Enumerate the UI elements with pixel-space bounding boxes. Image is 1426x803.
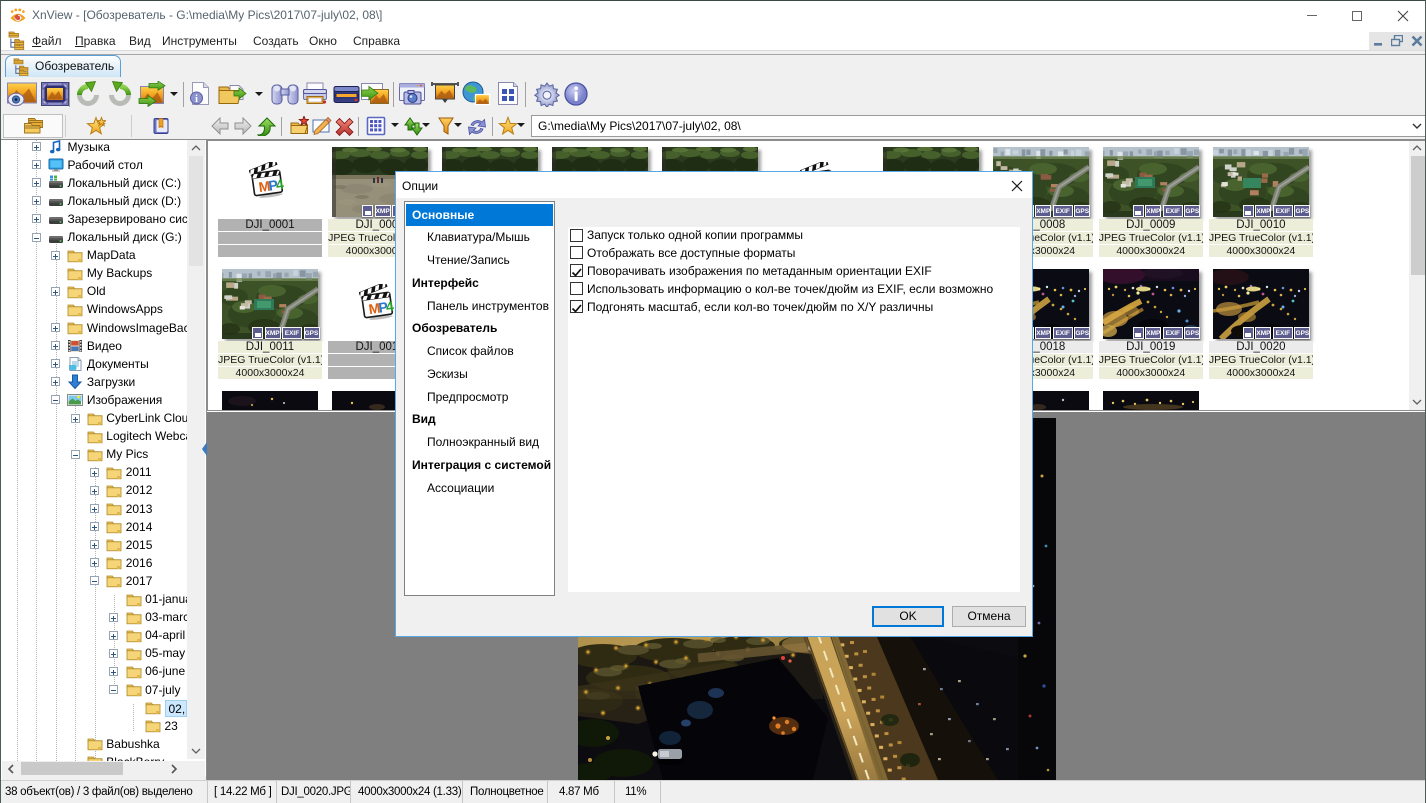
svg-text:4: 4 (275, 175, 285, 192)
svg-text:i: i (195, 94, 198, 105)
svg-text:4: 4 (385, 298, 395, 315)
